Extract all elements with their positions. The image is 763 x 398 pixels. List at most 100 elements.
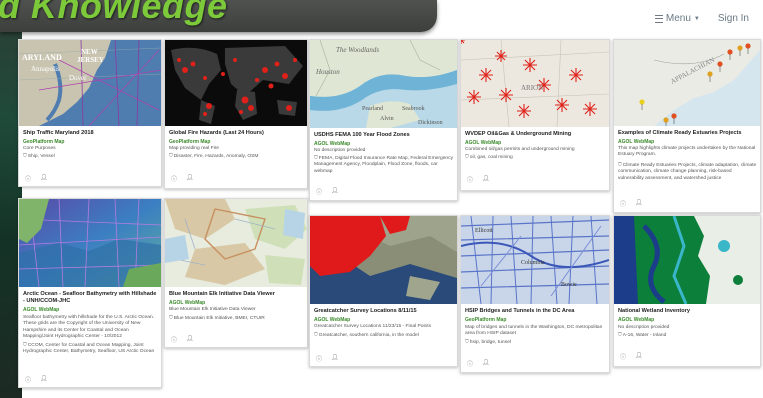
card-type: AGOL WebMap (618, 139, 655, 145)
card-actions: ⓘ 👤︎ (25, 375, 48, 384)
sign-in-link[interactable]: Sign In (718, 13, 749, 24)
banner-title: d Knowledge (0, 0, 228, 26)
menu-dropdown[interactable]: Menu ▼ (654, 13, 700, 24)
map-thumbnail[interactable] (165, 199, 307, 287)
card-tags: ⛉CCOM, Center for Coastal and Ocean Mapp… (23, 342, 158, 356)
tag-icon: ⛉ (465, 339, 469, 345)
card-type: AGOL WebMap (23, 307, 60, 313)
card-actions: ⓘ 👤︎ (467, 359, 490, 368)
map-thumbnail[interactable]: ARYLAND Annapolis NEW JERSEY Dover (19, 40, 161, 126)
card-type: GeoPlatform Map (465, 317, 507, 323)
info-icon[interactable]: ⓘ (620, 352, 626, 361)
card-title[interactable]: Global Fire Hazards (Last 24 Hours) (169, 130, 304, 137)
card-description: Core Purposes (23, 146, 56, 151)
user-icon[interactable]: 👤︎ (40, 375, 48, 384)
map-card[interactable]: Blue Mountain Elk Initiative Data Viewer… (164, 198, 308, 348)
card-tags: ⛉Disaster, Fire, Hazards, Anomaly, OSM (169, 153, 304, 160)
map-card[interactable]: ARYLAND Annapolis NEW JERSEY Dover Ship … (18, 39, 162, 187)
card-type: AGOL WebMap (314, 317, 351, 323)
tag-icon: ⛉ (465, 154, 469, 160)
hamburger-icon (654, 14, 663, 23)
user-icon[interactable]: 👤︎ (186, 174, 194, 183)
card-tags-text: Blue Mountain Elk Initiative, BMEI, CTUI… (173, 316, 265, 321)
map-card[interactable]: APPALACHIAN Examples of Climate Ready Es… (613, 39, 761, 213)
user-icon[interactable]: 👤︎ (482, 359, 490, 368)
card-actions: ⓘ 👤︎ (467, 175, 490, 184)
card-actions: ⓘ 👤︎ (25, 174, 48, 183)
user-icon[interactable]: 👤︎ (635, 352, 643, 361)
map-card[interactable]: Greatcatcher Survey Locations 8/11/15 AG… (309, 215, 458, 367)
map-thumbnail[interactable] (19, 199, 161, 287)
tag-icon: ⛉ (618, 162, 622, 168)
map-card[interactable]: The Woodlands Houston Pearland Seabrook … (309, 39, 458, 201)
card-tags: ⛉Blue Mountain Elk Initiative, BMEI, CTU… (169, 315, 304, 322)
info-icon[interactable]: ⓘ (467, 359, 473, 368)
card-type: AGOL WebMap (314, 141, 351, 147)
map-thumbnail[interactable] (165, 40, 307, 126)
tag-icon: ⛉ (314, 155, 318, 161)
svg-text:Columbia: Columbia (521, 260, 545, 266)
info-icon[interactable]: ⓘ (316, 354, 322, 363)
card-title[interactable]: National Wetland Inventory (618, 308, 757, 315)
svg-text:Dickinson: Dickinson (418, 120, 443, 126)
svg-text:The Woodlands: The Woodlands (336, 46, 379, 54)
map-thumbnail[interactable] (310, 216, 457, 304)
menu-label: Menu (665, 13, 691, 24)
user-icon[interactable]: 👤︎ (186, 335, 194, 344)
svg-text:Houston: Houston (315, 68, 340, 76)
card-title[interactable]: Examples of Climate Ready Estuaries Proj… (618, 130, 757, 137)
user-icon[interactable]: 👤︎ (331, 187, 339, 196)
user-icon[interactable]: 👤︎ (635, 199, 643, 208)
card-title[interactable]: Blue Mountain Elk Initiative Data Viewer (169, 291, 304, 298)
info-icon[interactable]: ⓘ (467, 175, 473, 184)
map-thumbnail[interactable]: Ellicott Columbia Bowie (461, 216, 609, 304)
sign-in-label: Sign In (717, 13, 749, 24)
svg-text:Bowie: Bowie (561, 282, 577, 288)
map-card[interactable]: National Wetland Inventory AGOL WebMap N… (613, 215, 761, 367)
card-tags: ⛉hsip, bridge, tunnel (465, 339, 606, 346)
card-title[interactable]: HSIP Bridges and Tunnels in the DC Area (465, 308, 606, 315)
card-type: GeoPlatform Map (23, 139, 65, 145)
info-icon[interactable]: ⓘ (25, 375, 31, 384)
map-thumbnail[interactable]: The Woodlands Houston Pearland Seabrook … (310, 40, 457, 128)
user-icon[interactable]: 👤︎ (482, 175, 490, 184)
map-thumbnail[interactable]: ARION (461, 40, 609, 127)
map-card[interactable]: Arctic Ocean - Seafloor Bathymetry with … (18, 198, 162, 388)
user-icon[interactable]: 👤︎ (40, 174, 48, 183)
card-tags: ⛉Climate Ready Estuaries Projects, clima… (618, 162, 757, 182)
card-tags-text: CCOM, Center for Coastal and Ocean Mappi… (23, 343, 155, 355)
info-icon[interactable]: ⓘ (171, 335, 177, 344)
map-card[interactable]: Global Fire Hazards (Last 24 Hours) GeoP… (164, 39, 308, 189)
map-card[interactable]: ARION WVDEP Oil&Gas & Underground Mining… (460, 39, 610, 191)
tag-icon: ⛉ (169, 315, 173, 321)
card-description: This map highlights climate projects und… (618, 146, 756, 158)
card-actions: ⓘ 👤︎ (171, 335, 194, 344)
card-tags-text: A-16, Water - Inland (622, 333, 667, 338)
card-title[interactable]: WVDEP Oil&Gas & Underground Mining (465, 131, 606, 138)
info-icon[interactable]: ⓘ (25, 174, 31, 183)
svg-text:Seabrook: Seabrook (402, 106, 425, 112)
tag-icon: ⛉ (23, 342, 27, 348)
card-tags-text: Greatcatcher, southern california, in th… (318, 333, 419, 338)
info-icon[interactable]: ⓘ (316, 187, 322, 196)
card-description: Map providing real Fire (169, 146, 220, 151)
svg-text:Ellicott: Ellicott (475, 228, 493, 234)
card-description: Combined oil/gas permits and underground… (465, 147, 575, 152)
map-thumbnail[interactable] (614, 216, 760, 304)
card-tags-text: Disaster, Fire, Hazards, Anomaly, OSM (173, 154, 259, 159)
user-icon[interactable]: 👤︎ (331, 354, 339, 363)
card-type: GeoPlatform Map (169, 139, 211, 145)
card-actions: ⓘ 👤︎ (620, 352, 643, 361)
card-tags-text: Ship, Vessel (27, 154, 55, 159)
card-title[interactable]: Greatcatcher Survey Locations 8/11/15 (314, 308, 454, 315)
info-icon[interactable]: ⓘ (620, 199, 626, 208)
card-tags: ⛉oil, gas, coal mining (465, 154, 606, 161)
map-thumbnail[interactable]: APPALACHIAN (614, 40, 760, 126)
card-description: Blue Mountain Elk Initiative Data Viewer (169, 307, 256, 312)
card-title[interactable]: Ship Traffic Maryland 2018 (23, 130, 158, 137)
card-title[interactable]: Arctic Ocean - Seafloor Bathymetry with … (23, 291, 158, 305)
info-icon[interactable]: ⓘ (171, 174, 177, 183)
card-title[interactable]: USDHS FEMA 100 Year Flood Zones (314, 132, 454, 139)
card-description: No description provided (314, 148, 366, 153)
map-card[interactable]: Ellicott Columbia Bowie HSIP Bridges and… (460, 215, 610, 373)
